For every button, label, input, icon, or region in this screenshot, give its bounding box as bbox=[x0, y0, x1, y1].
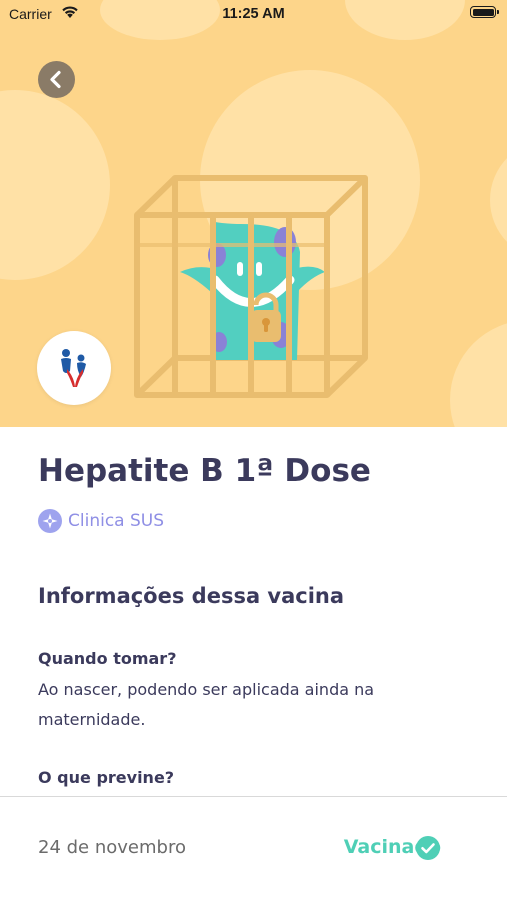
clock: 11:25 AM bbox=[222, 6, 285, 22]
clinic-icon bbox=[38, 509, 62, 533]
when-label: Quando tomar? bbox=[38, 649, 177, 668]
check-circle-icon bbox=[416, 836, 440, 860]
bg-circle bbox=[490, 140, 507, 260]
hero-banner: Carrier 11:25 AM bbox=[0, 0, 507, 427]
chevron-left-icon bbox=[50, 70, 61, 89]
footer-bar: 24 de novembro Vacinado bbox=[0, 796, 507, 901]
sus-clinic-logo bbox=[37, 331, 111, 405]
prevents-label: O que previne? bbox=[38, 768, 175, 787]
battery-icon bbox=[470, 6, 499, 18]
clinic-row: Clinica SUS bbox=[38, 509, 164, 533]
caged-monster-illustration bbox=[134, 175, 368, 398]
section-title: Informações dessa vacina bbox=[38, 584, 345, 608]
vaccine-title: Hepatite B 1ª Dose bbox=[38, 453, 371, 489]
status-bar: Carrier 11:25 AM bbox=[0, 0, 507, 30]
clinic-name: Clinica SUS bbox=[68, 511, 165, 531]
when-text: Ao nascer, podendo ser aplicada ainda na… bbox=[38, 680, 375, 729]
bg-circle bbox=[0, 90, 110, 280]
back-button[interactable] bbox=[38, 61, 75, 98]
sus-logo-icon bbox=[61, 349, 86, 387]
vaccination-date: 24 de novembro bbox=[38, 837, 186, 858]
bg-circle bbox=[450, 320, 507, 427]
